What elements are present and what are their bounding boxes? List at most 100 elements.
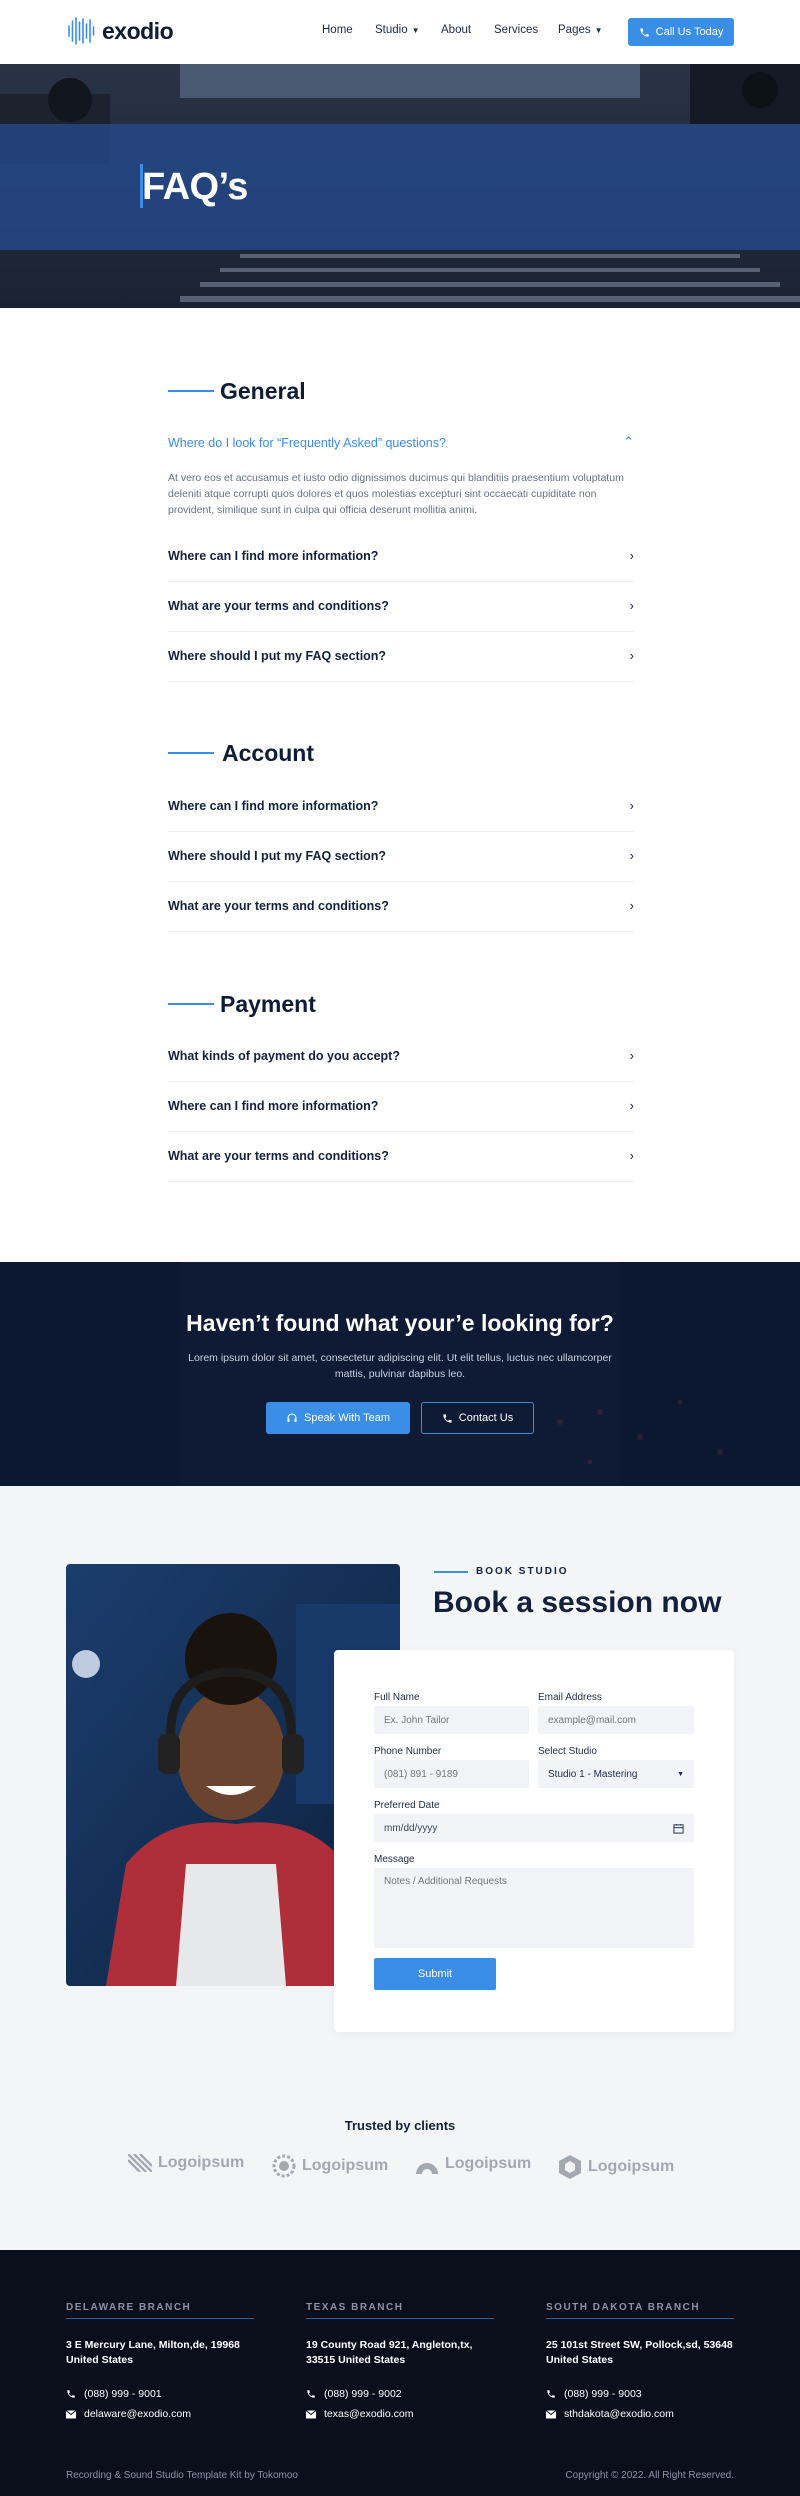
nav-pages[interactable]: Pages ▼: [558, 24, 603, 36]
message-label: Message: [374, 1854, 415, 1865]
branch-email[interactable]: texas@exodio.com: [306, 2408, 413, 2420]
client-logo: Logoipsum: [128, 2154, 244, 2172]
booking-eyebrow: BOOK STUDIO: [476, 1566, 569, 1577]
phone-input[interactable]: [374, 1760, 529, 1788]
faq-item[interactable]: Where can I find more information? ›: [168, 782, 634, 832]
chevron-down-icon: ▼: [677, 1770, 684, 1778]
faq-item[interactable]: Where can I find more information? ›: [168, 532, 634, 582]
logo[interactable]: exodio: [66, 16, 174, 46]
submit-button[interactable]: Submit: [374, 1958, 496, 1990]
chevron-right-icon: ›: [629, 798, 634, 813]
faq-question: What are your terms and conditions?: [168, 1149, 389, 1163]
headset-icon: [287, 1413, 297, 1422]
branch-email[interactable]: sthdakota@exodio.com: [546, 2408, 674, 2420]
full-name-label: Full Name: [374, 1692, 420, 1703]
phone-icon: [443, 1413, 452, 1423]
logoipsum-stripes-icon: [128, 2154, 152, 2172]
date-placeholder: mm/dd/yyyy: [384, 1822, 438, 1834]
booking-form: Full Name Email Address Phone Number Sel…: [334, 1650, 734, 2032]
booking-section: BOOK STUDIO Book a session now Full Name…: [0, 1486, 800, 2250]
faq-item-open[interactable]: Where do I look for “Frequently Asked” q…: [168, 426, 634, 466]
branch-email-text: delaware@exodio.com: [84, 2408, 191, 2420]
contact-us-button[interactable]: Contact Us: [421, 1402, 534, 1434]
phone-icon: [640, 27, 649, 37]
branch-email[interactable]: delaware@exodio.com: [66, 2408, 191, 2420]
logoipsum-gear-icon: [272, 2154, 296, 2178]
studio-label: Select Studio: [538, 1746, 597, 1757]
call-us-label: Call Us Today: [655, 26, 724, 38]
date-input[interactable]: mm/dd/yyyy: [374, 1814, 694, 1842]
branch-title: TEXAS BRANCH: [306, 2302, 404, 2313]
branch-email-text: texas@exodio.com: [324, 2408, 414, 2420]
chevron-right-icon: ›: [629, 898, 634, 913]
mail-icon: [546, 2409, 556, 2418]
nav-home[interactable]: Home: [322, 24, 353, 36]
branch-address: 25 101st Street SW, Pollock,sd, 53648 Un…: [546, 2339, 733, 2366]
faq-question: What kinds of payment do you accept?: [168, 1049, 400, 1063]
faq-item[interactable]: What kinds of payment do you accept? ›: [168, 1032, 634, 1082]
page-title: FAQ’s: [142, 166, 248, 208]
email-input[interactable]: [538, 1706, 694, 1734]
studio-select[interactable]: Studio 1 - Mastering ▼: [538, 1760, 694, 1788]
client-logo: Logoipsum: [272, 2154, 388, 2178]
client-logo-text: Logoipsum: [158, 2154, 245, 2171]
faq-open-answer: At vero eos et accusamus et iusto odio d…: [168, 472, 624, 516]
chevron-down-icon: ▼: [411, 26, 420, 35]
phone-icon: [67, 2390, 75, 2398]
chevron-right-icon: ›: [629, 848, 634, 863]
faq-question: Where can I find more information?: [168, 549, 379, 563]
section-accent-line: [168, 390, 214, 392]
booking-title: Book a session now: [433, 1586, 722, 1619]
nav-studio[interactable]: Studio ▼: [375, 24, 420, 36]
branch-phone[interactable]: (088) 999 - 9001: [66, 2388, 162, 2400]
message-textarea[interactable]: [374, 1868, 694, 1948]
branch-divider: [546, 2318, 734, 2319]
branch-address: 19 County Road 921, Angleton,tx, 33515 U…: [306, 2339, 473, 2366]
faq-account-title: Account: [222, 740, 314, 766]
chevron-right-icon: ›: [629, 598, 634, 613]
full-name-input[interactable]: [374, 1706, 529, 1734]
branch-phone-text: (088) 999 - 9001: [84, 2388, 162, 2400]
chevron-right-icon: ›: [629, 1098, 634, 1113]
client-logo: Logoipsum: [415, 2154, 531, 2174]
nav-about[interactable]: About: [441, 24, 471, 36]
speak-with-team-button[interactable]: Speak With Team: [266, 1402, 410, 1434]
branch-phone[interactable]: (088) 999 - 9003: [546, 2388, 642, 2400]
faq-question: Where should I put my FAQ section?: [168, 849, 387, 863]
faq-item[interactable]: What are your terms and conditions? ›: [168, 1132, 634, 1182]
faq-question: Where should I put my FAQ section?: [168, 649, 387, 663]
title-band: [0, 124, 800, 250]
hero-banner: FAQ’s: [0, 64, 800, 308]
client-logo-text: Logoipsum: [588, 2158, 675, 2175]
phone-icon: [547, 2390, 555, 2398]
studio-select-value: Studio 1 - Mastering: [548, 1768, 638, 1780]
email-label: Email Address: [538, 1692, 602, 1703]
footer-credit: Recording & Sound Studio Template Kit by…: [66, 2470, 298, 2481]
branch-title: DELAWARE BRANCH: [66, 2302, 192, 2313]
site-footer: DELAWARE BRANCH 3 E Mercury Lane, Milton…: [0, 2250, 800, 2496]
client-logo-text: Logoipsum: [302, 2157, 389, 2174]
faq-item[interactable]: Where should I put my FAQ section? ›: [168, 632, 634, 682]
faq-item[interactable]: Where can I find more information? ›: [168, 1082, 634, 1132]
speak-with-team-label: Speak With Team: [303, 1412, 390, 1424]
faq-item[interactable]: Where should I put my FAQ section? ›: [168, 832, 634, 882]
help-text: Lorem ipsum dolor sit amet, consectetur …: [188, 1352, 612, 1380]
branch-phone[interactable]: (088) 999 - 9002: [306, 2388, 402, 2400]
help-banner: Haven’t found what your’e looking for? L…: [0, 1262, 800, 1486]
help-title: Haven’t found what your’e looking for?: [186, 1310, 614, 1336]
branch-title: SOUTH DAKOTA BRANCH: [546, 2302, 701, 2313]
logoipsum-arch-icon: [416, 2163, 438, 2174]
logo-text: exodio: [102, 17, 174, 44]
nav-services[interactable]: Services: [494, 24, 538, 36]
phone-label: Phone Number: [374, 1746, 442, 1757]
call-us-button[interactable]: Call Us Today: [628, 18, 734, 46]
eyebrow-accent-line: [434, 1571, 468, 1573]
nav-pages-label: Pages: [558, 24, 591, 36]
faq-item[interactable]: What are your terms and conditions? ›: [168, 882, 634, 932]
faq-payment-title: Payment: [220, 991, 316, 1017]
branch-divider: [66, 2318, 254, 2319]
footer-copyright: Copyright © 2022. All Right Reserved.: [565, 2470, 734, 2481]
trusted-title: Trusted by clients: [344, 2118, 456, 2133]
faq-general-title: General: [220, 378, 306, 404]
faq-item[interactable]: What are your terms and conditions? ›: [168, 582, 634, 632]
